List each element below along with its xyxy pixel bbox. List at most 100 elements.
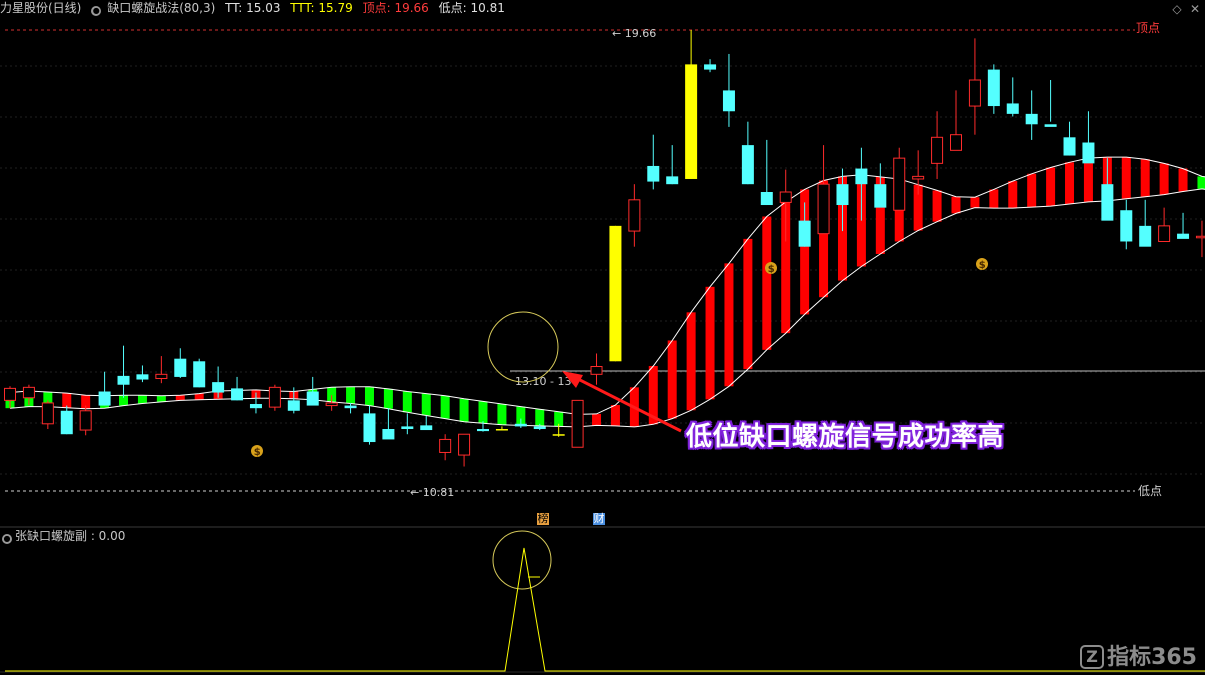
ribbon-bar bbox=[421, 393, 431, 416]
candle-body bbox=[685, 64, 698, 179]
candle-body bbox=[212, 382, 225, 393]
ribbon-bar bbox=[497, 404, 507, 425]
candle-body bbox=[1044, 124, 1057, 127]
candle-body bbox=[590, 366, 603, 375]
candle-body bbox=[4, 387, 16, 401]
candle-body bbox=[1139, 225, 1152, 247]
candle-body bbox=[477, 429, 489, 432]
watermark: Z 指标365 bbox=[1080, 639, 1197, 671]
candle-body bbox=[401, 426, 414, 430]
candle-body bbox=[893, 157, 906, 211]
ribbon-bar bbox=[478, 401, 488, 424]
candle-body bbox=[704, 64, 717, 70]
ribbon-lower-line bbox=[9, 188, 1205, 428]
ribbon-bar bbox=[1046, 167, 1056, 207]
ribbon-bar bbox=[686, 312, 696, 411]
ribbon-bar bbox=[535, 409, 545, 426]
ribbon-bar bbox=[667, 340, 677, 419]
ribbon-bar bbox=[194, 393, 204, 400]
ribbon-bar bbox=[346, 386, 356, 404]
ribbon-bar bbox=[459, 398, 469, 422]
ribbon-bar bbox=[62, 393, 72, 408]
candle-body bbox=[420, 425, 433, 431]
ribbon-bar bbox=[1065, 162, 1075, 204]
ribbon-bar bbox=[951, 196, 961, 214]
ribbon-bar bbox=[705, 286, 715, 400]
candle-body bbox=[628, 199, 641, 232]
indicator-title[interactable]: 缺口螺旋战法(80,3) bbox=[107, 1, 215, 15]
candle-body bbox=[968, 79, 981, 107]
ribbon-bar bbox=[1008, 181, 1018, 209]
candle-body bbox=[60, 410, 73, 435]
candle-body bbox=[1120, 210, 1133, 242]
signal-annotation: 低位缺口螺旋信号成功率高 bbox=[686, 422, 1005, 452]
marker-bang[interactable]: 榜 bbox=[537, 513, 549, 525]
ribbon-upper-line bbox=[9, 156, 1205, 415]
candle-body bbox=[1025, 113, 1038, 125]
ribbon-bar bbox=[364, 386, 374, 406]
ribbon-bar bbox=[402, 391, 412, 413]
ribbon-bar bbox=[440, 395, 450, 419]
ttt-value: TTT: 15.79 bbox=[290, 1, 353, 15]
candle-body bbox=[174, 358, 187, 377]
ribbon-bar bbox=[724, 263, 734, 387]
indicator-header: 力星股份(日线) ● 缺口螺旋战法(80,3) TT: 15.03 TTT: 15… bbox=[0, 0, 1205, 16]
candle-body bbox=[836, 184, 849, 206]
candle-body bbox=[306, 391, 319, 406]
ribbon-bar bbox=[592, 413, 602, 426]
candle-body bbox=[363, 413, 376, 443]
sub-indicator-line bbox=[5, 547, 1205, 672]
candle-body bbox=[931, 136, 944, 164]
candle-body bbox=[760, 192, 773, 206]
candle-body bbox=[571, 399, 584, 448]
candle-body bbox=[779, 191, 792, 203]
candle-body bbox=[325, 402, 338, 407]
tt-value: TT: 15.03 bbox=[225, 1, 281, 15]
candle-body bbox=[41, 402, 54, 425]
candle-body bbox=[382, 429, 395, 440]
candle-body bbox=[647, 165, 660, 182]
close-icon[interactable]: ✕ bbox=[1188, 2, 1202, 16]
ribbon-bar bbox=[383, 388, 393, 409]
candle-body bbox=[1063, 137, 1076, 156]
ribbon-bar bbox=[989, 189, 999, 209]
ribbon-bar bbox=[1197, 176, 1205, 189]
ribbon-bar bbox=[610, 405, 620, 426]
low-point-label: 低点 bbox=[1138, 484, 1162, 498]
candle-body bbox=[798, 220, 811, 247]
candle-body bbox=[987, 69, 1000, 107]
ribbon-bar bbox=[1159, 163, 1169, 195]
watermark-text: 指标365 bbox=[1107, 645, 1197, 670]
sub-indicator-header: ● 张缺口螺旋副 : 0.00 bbox=[2, 529, 125, 544]
candle-body bbox=[98, 391, 111, 406]
ribbon-bar bbox=[743, 238, 753, 370]
ribbon-bar bbox=[1178, 168, 1188, 192]
collapse-diamond-icon[interactable]: ◇ bbox=[1170, 2, 1184, 16]
candlestick-chart[interactable]: ← 19.66← 10.8113.10 - 13顶点低点$$ $ bbox=[0, 0, 1205, 675]
ribbon-bar bbox=[137, 395, 147, 404]
candle-body bbox=[855, 168, 868, 185]
candle-body bbox=[495, 429, 508, 431]
sub-indicator-label: 张缺口螺旋副 : 0.00 bbox=[15, 529, 126, 543]
candle-body bbox=[22, 386, 35, 399]
candle-body bbox=[155, 373, 168, 379]
settings-dot-icon[interactable]: ● bbox=[91, 6, 102, 16]
candle-body bbox=[79, 410, 92, 431]
ribbon-bar bbox=[932, 190, 942, 222]
candle-body bbox=[609, 225, 622, 362]
candle-body bbox=[136, 374, 149, 380]
candle-body bbox=[1195, 235, 1205, 239]
candle-body bbox=[287, 400, 300, 411]
watermark-logo-icon: Z bbox=[1080, 645, 1105, 669]
candle-body bbox=[249, 404, 262, 409]
candle-body bbox=[344, 405, 357, 409]
top-point-label: 顶点 bbox=[1136, 21, 1160, 35]
money-bag-symbol: $ bbox=[979, 260, 986, 271]
marker-cai[interactable]: 财 bbox=[593, 513, 605, 525]
ribbon-bar bbox=[762, 216, 772, 350]
candle-body bbox=[268, 386, 281, 408]
sub-settings-dot-icon[interactable]: ● bbox=[2, 534, 12, 544]
candle-body bbox=[231, 388, 244, 401]
candle-body bbox=[817, 183, 830, 235]
candle-body bbox=[117, 375, 130, 385]
